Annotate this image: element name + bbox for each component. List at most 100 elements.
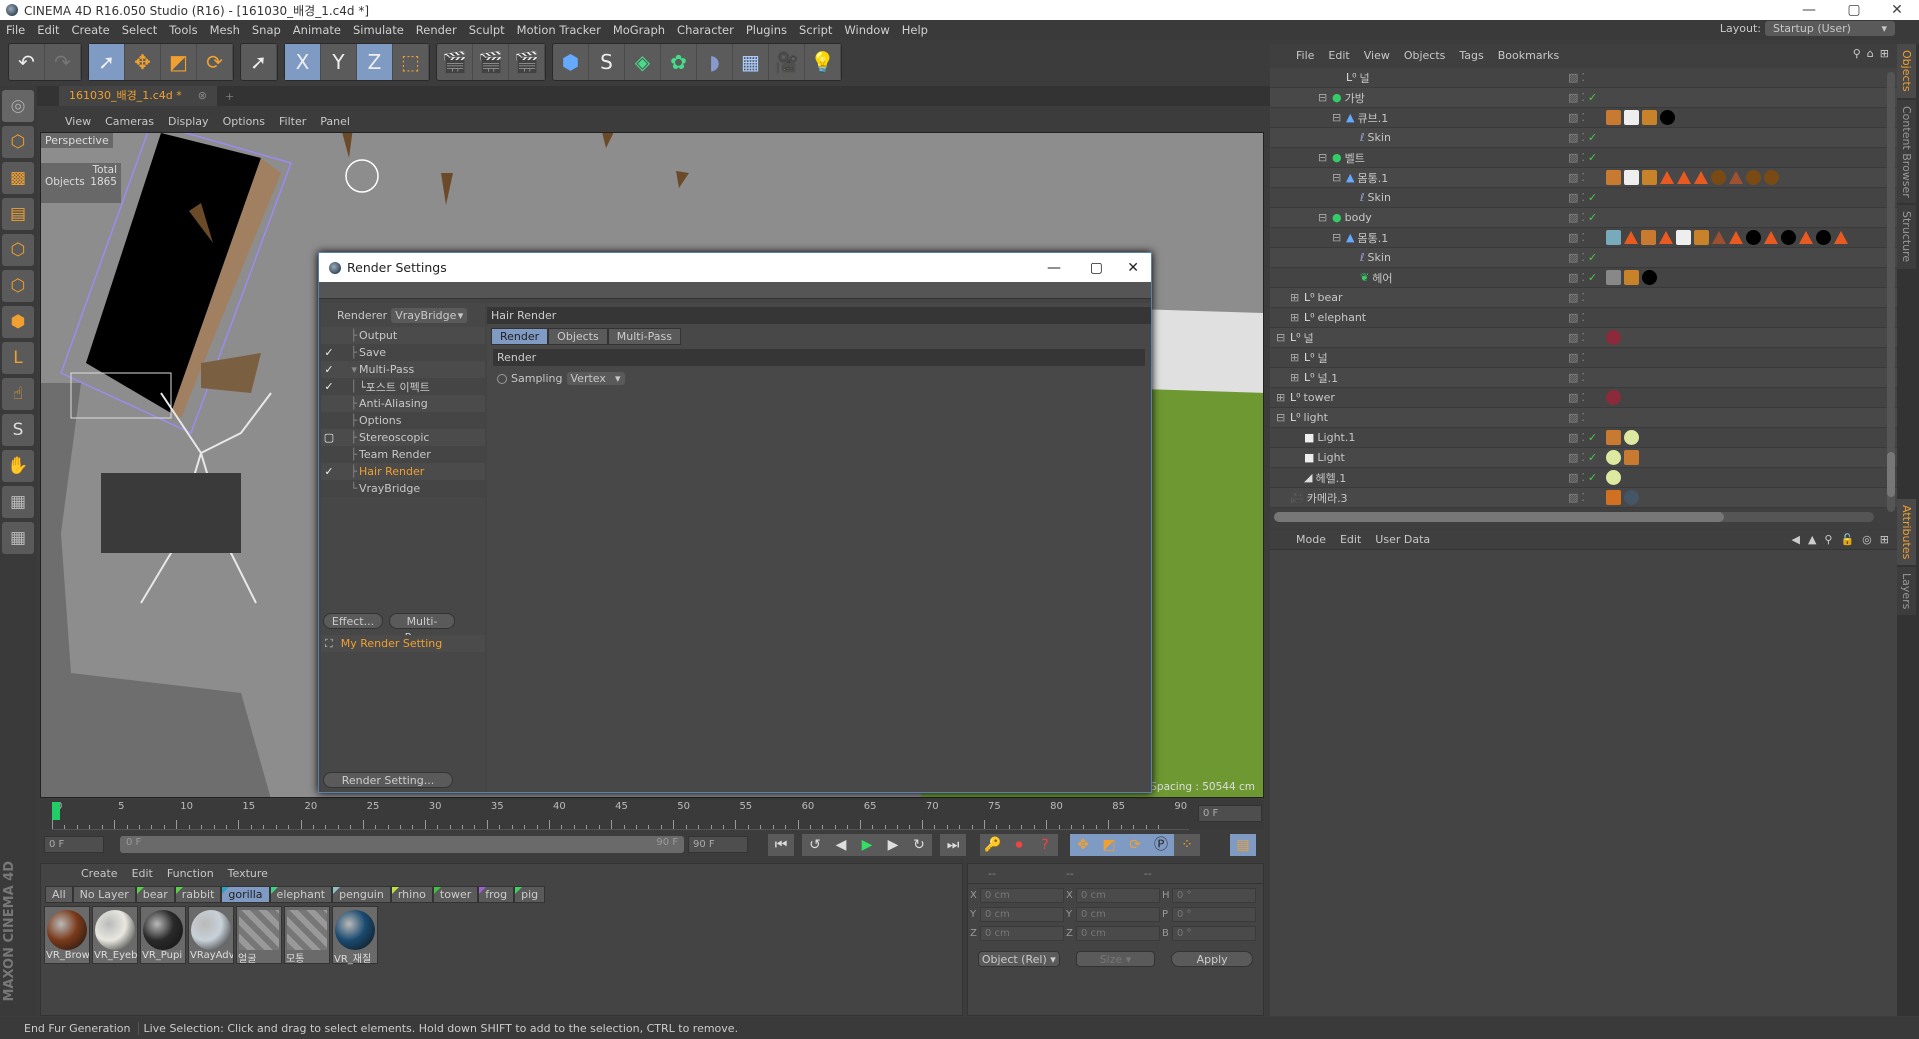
- layer-icon[interactable]: ▨: [1568, 331, 1578, 344]
- multipass-button[interactable]: Multi-Pass...: [389, 613, 455, 644]
- object-row[interactable]: ⊞ L⁰ 널.1 ▨ ⁚: [1270, 368, 1897, 388]
- coord-field[interactable]: 0 cm: [980, 907, 1064, 922]
- render-setting-item[interactable]: ⛶ My Render Setting: [321, 635, 485, 652]
- attr-menu-mode[interactable]: Mode: [1296, 533, 1326, 549]
- viewport-menu-options[interactable]: Options: [223, 115, 265, 128]
- layer-icon[interactable]: ▨: [1568, 451, 1578, 464]
- render-settings-item[interactable]: ✓ │ └포스트 이펙트: [321, 378, 485, 395]
- coord-field[interactable]: 0 °: [1172, 907, 1256, 922]
- layer-icon[interactable]: ▨: [1568, 191, 1578, 204]
- hatch-tag-icon[interactable]: [1606, 270, 1621, 285]
- tab-attributes[interactable]: Attributes: [1897, 498, 1916, 565]
- checker-tag-icon[interactable]: [1624, 110, 1639, 125]
- render-view-button[interactable]: 🎬: [437, 44, 473, 80]
- maximize-button[interactable]: ▢: [1834, 0, 1874, 20]
- visibility-dots-icon[interactable]: ⁚: [1581, 371, 1585, 384]
- document-tab[interactable]: 161030_배경_1.c4d * ⊗: [59, 86, 217, 106]
- visibility-dots-icon[interactable]: ⁚: [1581, 71, 1585, 84]
- dialog-minimize-button[interactable]: —: [1047, 260, 1061, 276]
- menu-file[interactable]: File: [6, 23, 25, 37]
- menu-select[interactable]: Select: [122, 23, 157, 37]
- layer-tab-penguin[interactable]: penguin: [332, 886, 391, 903]
- object-row[interactable]: ■ Light ▨ ⁚ ✓: [1270, 448, 1897, 468]
- layer-tab-bear[interactable]: bear: [135, 886, 175, 903]
- layer-icon[interactable]: ▨: [1568, 371, 1578, 384]
- brown-tag-icon[interactable]: [1764, 170, 1779, 185]
- expand-toggle-icon[interactable]: ⊟: [1318, 211, 1329, 224]
- render-settings-item[interactable]: ▢ ├ Stereoscopic: [321, 429, 485, 446]
- weight-tag-icon[interactable]: [1606, 170, 1621, 185]
- expand-toggle-icon[interactable]: ⊟: [1276, 331, 1287, 344]
- viewport-menu-display[interactable]: Display: [168, 115, 209, 128]
- edit-render-settings-button[interactable]: 🎬: [509, 44, 545, 80]
- visibility-dots-icon[interactable]: ⁚: [1581, 231, 1585, 244]
- visibility-dots-icon[interactable]: ⁚: [1581, 391, 1585, 404]
- expand-toggle-icon[interactable]: ⊟: [1332, 111, 1343, 124]
- sampling-radio[interactable]: [497, 373, 507, 384]
- key-rotation-button[interactable]: ⟳: [1122, 834, 1148, 856]
- key-scale-button[interactable]: ◩: [1096, 834, 1122, 856]
- render-picture-viewer-button[interactable]: 🎬: [473, 44, 509, 80]
- menu-simulate[interactable]: Simulate: [353, 23, 404, 37]
- layer-icon[interactable]: ▨: [1568, 211, 1578, 224]
- tab-objects[interactable]: Objects: [1897, 44, 1916, 98]
- tri-o-tag-icon[interactable]: [1729, 171, 1743, 184]
- expand-toggle-icon[interactable]: ⊞: [1276, 391, 1287, 404]
- layer-tab-rabbit[interactable]: rabbit: [174, 886, 222, 903]
- black-tag-icon[interactable]: [1660, 110, 1675, 125]
- black-tag-icon[interactable]: [1746, 230, 1761, 245]
- live-selection-button[interactable]: ➚: [89, 44, 125, 80]
- layer-icon[interactable]: ▨: [1568, 71, 1578, 84]
- search-icon[interactable]: ⚲: [1853, 47, 1861, 60]
- axis-mode-icon[interactable]: L: [2, 342, 34, 374]
- render-settings-item[interactable]: └ VrayBridge: [321, 480, 485, 497]
- checker-tag-icon[interactable]: [1624, 170, 1639, 185]
- vertical-scrollbar[interactable]: [1887, 72, 1895, 512]
- workplane-icon[interactable]: ▤: [2, 198, 34, 230]
- layer-icon[interactable]: ▨: [1568, 411, 1578, 424]
- y-axis-button[interactable]: Y: [321, 44, 357, 80]
- enabled-check-icon[interactable]: ✓: [1588, 151, 1597, 164]
- menu-tools[interactable]: Tools: [169, 23, 197, 37]
- undo-button[interactable]: ↶: [9, 44, 45, 80]
- coord-field[interactable]: 0 cm: [980, 926, 1064, 941]
- enabled-check-icon[interactable]: ✓: [1588, 431, 1597, 444]
- object-row[interactable]: ⊟ ● 가방 ▨ ⁚ ✓: [1270, 88, 1897, 108]
- object-row[interactable]: ⊟ L⁰ 널 ▨ ⁚: [1270, 328, 1897, 348]
- layer-icon[interactable]: ▨: [1568, 471, 1578, 484]
- tri-tag-icon[interactable]: [1729, 231, 1743, 244]
- expand-toggle-icon[interactable]: ⊟: [1332, 171, 1343, 184]
- object-row[interactable]: ⊞ L⁰ bear ▨ ⁚: [1270, 288, 1897, 308]
- snap-icon[interactable]: S: [2, 414, 34, 446]
- model-mode-icon[interactable]: ⬡: [2, 126, 34, 158]
- viewport-menu-view[interactable]: View: [65, 115, 91, 128]
- om-menu-view[interactable]: View: [1364, 49, 1390, 62]
- brown-tag-icon[interactable]: [1711, 170, 1726, 185]
- object-row[interactable]: ⊟ ▲ 몸통.1 ▨ ⁚: [1270, 228, 1897, 248]
- expand-toggle-icon[interactable]: ⊟: [1276, 411, 1287, 424]
- layer-icon[interactable]: ▨: [1568, 91, 1578, 104]
- sampling-dropdown[interactable]: Vertex ▾: [566, 372, 625, 385]
- visibility-dots-icon[interactable]: ⁚: [1581, 471, 1585, 484]
- close-button[interactable]: ✕: [1877, 0, 1917, 20]
- render-settings-item[interactable]: ✓ ├ Save: [321, 344, 485, 361]
- enabled-check-icon[interactable]: ✓: [1588, 471, 1597, 484]
- previous-frame-button[interactable]: ◀: [828, 834, 854, 856]
- object-row[interactable]: ⊟ ▲ 큐브.1 ▨ ⁚: [1270, 108, 1897, 128]
- dots-tag-icon[interactable]: [1694, 230, 1709, 245]
- tri-tag-icon[interactable]: [1764, 231, 1778, 244]
- object-row[interactable]: ⊟ ● body ▨ ⁚ ✓: [1270, 208, 1897, 228]
- visibility-dots-icon[interactable]: ⁚: [1581, 191, 1585, 204]
- menu-motion-tracker[interactable]: Motion Tracker: [517, 23, 601, 37]
- vertex-tag-icon[interactable]: [1606, 230, 1621, 245]
- tab-objects[interactable]: Objects: [548, 328, 608, 345]
- light-button[interactable]: 💡: [805, 44, 841, 80]
- layer-icon[interactable]: ▨: [1568, 111, 1578, 124]
- current-frame-field[interactable]: 0 F: [1198, 805, 1262, 822]
- enabled-check-icon[interactable]: ✓: [1588, 451, 1597, 464]
- protect-tag-icon[interactable]: [1606, 490, 1621, 505]
- next-keyframe-button[interactable]: ↻: [906, 834, 932, 856]
- enabled-check-icon[interactable]: ✓: [1588, 131, 1597, 144]
- layout-dropdown[interactable]: Startup (User) ▾: [1765, 21, 1895, 36]
- visibility-dots-icon[interactable]: ⁚: [1581, 291, 1585, 304]
